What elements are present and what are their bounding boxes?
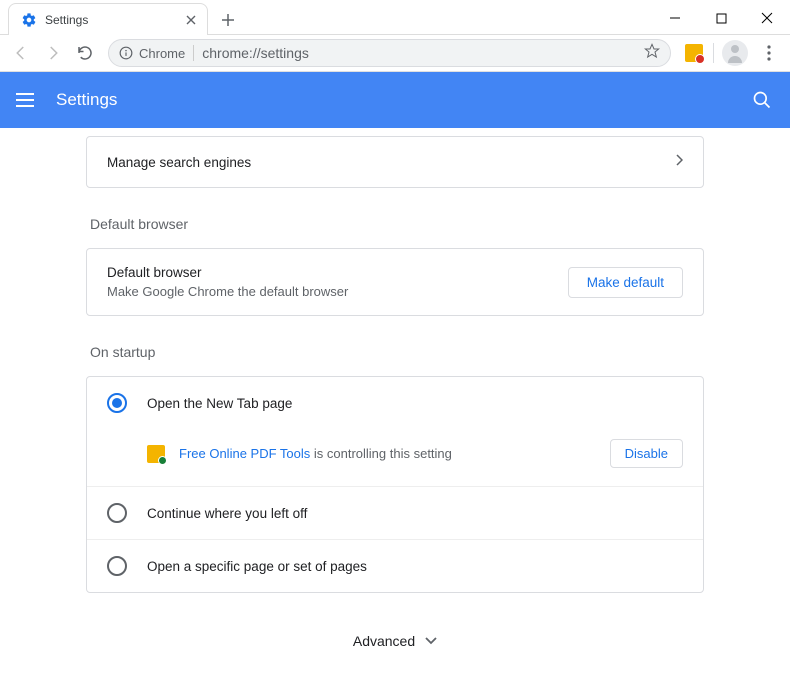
startup-option-specific-pages[interactable]: Open a specific page or set of pages	[87, 539, 703, 592]
menu-icon[interactable]	[16, 88, 40, 112]
chevron-down-icon	[425, 637, 437, 645]
scheme-label: Chrome	[139, 46, 185, 61]
radio-button[interactable]	[107, 556, 127, 576]
browser-tab[interactable]: Settings	[8, 3, 208, 35]
search-icon[interactable]	[750, 88, 774, 112]
disable-extension-button[interactable]: Disable	[610, 439, 683, 468]
extension-notice-row: Free Online PDF Tools is controlling thi…	[87, 429, 703, 486]
extension-notice-text: Free Online PDF Tools is controlling thi…	[179, 446, 596, 461]
default-browser-row: Default browser Make Google Chrome the d…	[87, 249, 703, 315]
profile-avatar[interactable]	[722, 40, 748, 66]
default-browser-title: Default browser	[107, 265, 568, 280]
startup-option-new-tab[interactable]: Open the New Tab page	[87, 377, 703, 429]
search-engines-card: Manage search engines	[86, 136, 704, 188]
reload-button[interactable]	[70, 38, 100, 68]
row-label: Manage search engines	[107, 155, 675, 170]
forward-button[interactable]	[38, 38, 68, 68]
extension-name-link[interactable]: Free Online PDF Tools	[179, 446, 310, 461]
radio-label: Open a specific page or set of pages	[147, 559, 367, 574]
window-titlebar: Settings	[0, 0, 790, 34]
back-button[interactable]	[6, 38, 36, 68]
manage-search-engines-row[interactable]: Manage search engines	[87, 137, 703, 187]
divider	[713, 43, 714, 63]
browser-toolbar: Chrome chrome://settings	[0, 34, 790, 72]
tab-title: Settings	[45, 13, 183, 27]
radio-label: Open the New Tab page	[147, 396, 292, 411]
bookmark-star-icon[interactable]	[644, 43, 660, 64]
advanced-label: Advanced	[353, 633, 415, 649]
window-controls	[652, 2, 790, 34]
radio-button[interactable]	[107, 503, 127, 523]
address-bar[interactable]: Chrome chrome://settings	[108, 39, 671, 67]
settings-header: Settings	[0, 72, 790, 128]
page-title: Settings	[56, 90, 750, 110]
divider	[193, 45, 194, 61]
on-startup-card: Open the New Tab page Free Online PDF To…	[86, 376, 704, 593]
radio-label: Continue where you left off	[147, 506, 307, 521]
radio-button[interactable]	[107, 393, 127, 413]
extension-notice-suffix: is controlling this setting	[310, 446, 452, 461]
on-startup-section-title: On startup	[90, 344, 704, 360]
extension-chip-icon	[147, 445, 165, 463]
default-browser-section-title: Default browser	[90, 216, 704, 232]
default-browser-subtitle: Make Google Chrome the default browser	[107, 284, 568, 299]
new-tab-button[interactable]	[214, 6, 242, 34]
extension-icon[interactable]	[685, 44, 703, 62]
minimize-button[interactable]	[652, 2, 698, 34]
close-window-button[interactable]	[744, 2, 790, 34]
default-browser-card: Default browser Make Google Chrome the d…	[86, 248, 704, 316]
settings-content-scroll[interactable]: Manage search engines Default browser De…	[0, 128, 790, 673]
advanced-toggle[interactable]: Advanced	[86, 633, 704, 649]
startup-option-continue[interactable]: Continue where you left off	[87, 486, 703, 539]
site-info-icon[interactable]: Chrome	[119, 46, 185, 61]
kebab-menu-button[interactable]	[754, 38, 784, 68]
chevron-right-icon	[675, 153, 683, 171]
settings-content: Manage search engines Default browser De…	[86, 136, 704, 673]
url-text: chrome://settings	[202, 45, 636, 61]
make-default-button[interactable]: Make default	[568, 267, 683, 298]
tab-close-button[interactable]	[183, 12, 199, 28]
maximize-button[interactable]	[698, 2, 744, 34]
gear-icon	[21, 12, 37, 28]
